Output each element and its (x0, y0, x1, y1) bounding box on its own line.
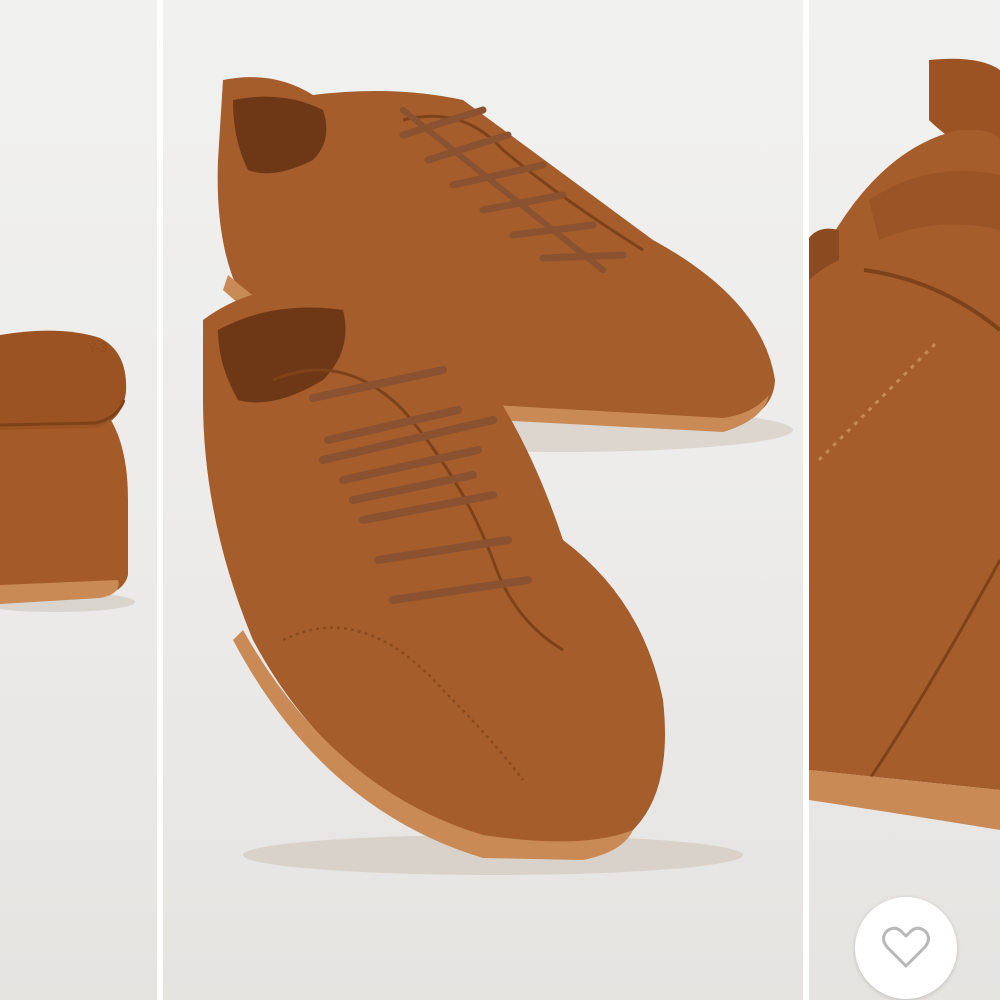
sneakers-pair-illustration (203, 77, 793, 875)
product-image-detail-closeup[interactable] (809, 0, 1000, 1000)
suede-closeup-illustration (809, 58, 1000, 830)
heart-outline-icon (882, 926, 930, 968)
shoe-back-illustration: Y-3 (0, 330, 135, 612)
product-image-carousel[interactable]: Y-3 (0, 0, 1000, 1000)
wishlist-button[interactable] (855, 897, 957, 999)
product-image-back-view[interactable]: Y-3 (0, 0, 157, 1000)
svg-text:Y-3: Y-3 (88, 340, 107, 355)
product-image-pair-main[interactable] (163, 0, 803, 1000)
